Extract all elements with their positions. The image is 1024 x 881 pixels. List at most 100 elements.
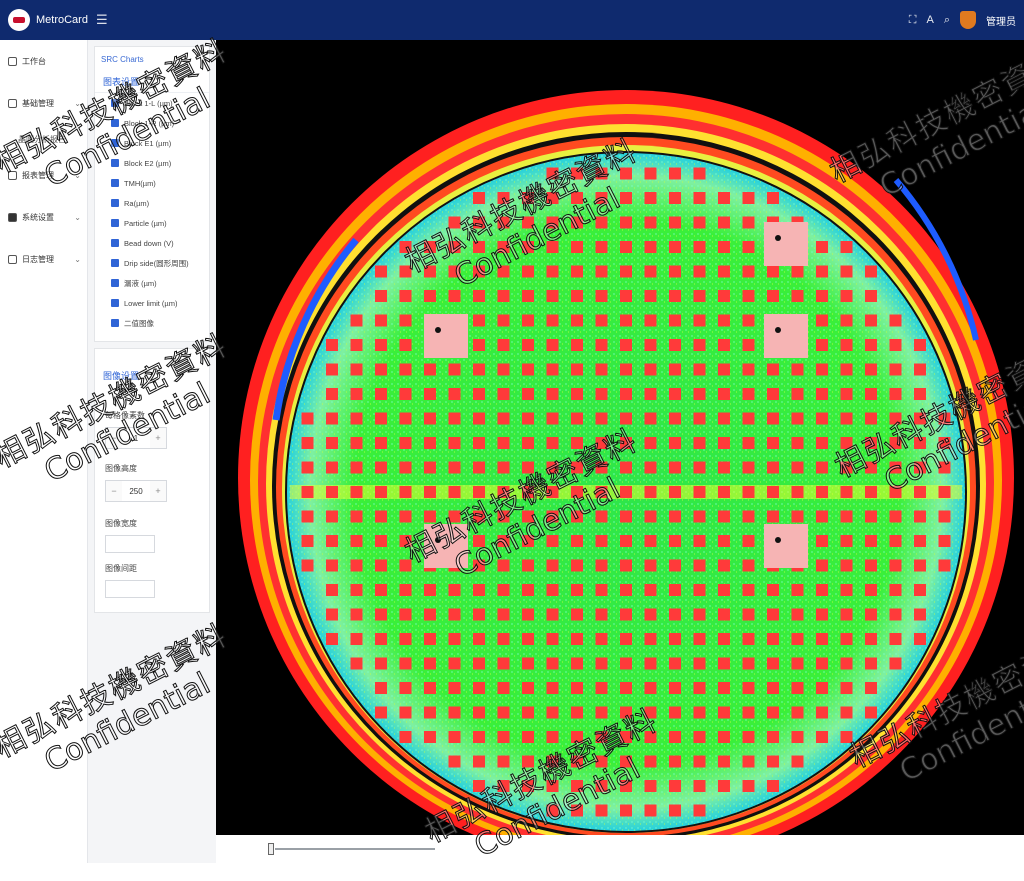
decrement-button[interactable]: − (106, 428, 122, 448)
die-marker (840, 241, 853, 253)
checkbox[interactable] (111, 199, 119, 207)
tab-src-charts[interactable]: SRC Charts (95, 47, 209, 71)
die-marker (497, 780, 510, 792)
checkbox-row[interactable]: Particle (µm) (95, 213, 209, 233)
die-marker (522, 412, 534, 425)
image-spacing-input[interactable] (105, 580, 155, 598)
die-marker (914, 412, 926, 425)
checkbox[interactable] (111, 139, 119, 147)
die-marker (742, 290, 755, 302)
field-label: 图像间距 (105, 564, 137, 573)
die-marker (448, 486, 461, 498)
die-marker (669, 388, 681, 400)
nav-item-workbench[interactable]: 工作台 (0, 40, 87, 82)
die-marker (742, 755, 755, 768)
die-marker (522, 633, 534, 645)
die-marker (546, 192, 559, 204)
die-marker (473, 461, 485, 474)
die-marker (448, 461, 461, 474)
scroll-track-line (275, 848, 435, 850)
decrement-button[interactable]: − (106, 481, 122, 501)
user-avatar[interactable] (960, 11, 976, 29)
checkbox[interactable] (111, 319, 119, 327)
die-marker (840, 559, 853, 572)
die-marker (742, 216, 755, 229)
die-marker (938, 437, 951, 449)
die-marker (497, 510, 510, 523)
image-width-input[interactable] (105, 535, 155, 553)
die-marker (473, 682, 485, 694)
checkbox-row[interactable]: Block E2 (µm) (95, 153, 209, 173)
die-marker (644, 192, 657, 204)
die-marker (644, 412, 657, 425)
checkbox[interactable] (111, 99, 119, 107)
checkbox[interactable] (111, 159, 119, 167)
checkbox-row[interactable]: Lower limit (µm) (95, 293, 209, 313)
nav-item-wafer-report[interactable]: 晶圆分析报告 (0, 124, 87, 154)
die-marker (644, 216, 657, 229)
die-marker (448, 437, 461, 449)
nav-item-basic[interactable]: 基础管理 ⌄ (0, 82, 87, 124)
die-marker (448, 633, 461, 645)
die-marker (865, 486, 877, 498)
die-marker (718, 216, 730, 229)
die-marker (326, 584, 338, 596)
die-marker (546, 706, 559, 719)
nav-item-reports[interactable]: 报表管理 ⌄ (0, 154, 87, 196)
die-marker (644, 608, 657, 621)
die-marker (718, 314, 730, 327)
nav-item-settings[interactable]: 系统设置 ⌄ (0, 196, 87, 238)
die-marker (816, 363, 828, 376)
checkbox[interactable] (111, 179, 119, 187)
die-marker (424, 388, 436, 400)
die-marker (473, 486, 485, 498)
die-marker (399, 363, 412, 376)
die-marker (767, 388, 779, 400)
nav-item-logs[interactable]: 日志管理 ⌄ (0, 238, 87, 280)
checkbox[interactable] (111, 219, 119, 227)
menu-toggle-icon[interactable]: ☰ (96, 12, 108, 28)
checkbox-row[interactable]: Bead down (V) (95, 233, 209, 253)
die-marker (644, 657, 657, 670)
chart-settings-card: SRC Charts 图表设置 Block 1-L (µm) Block 1-R… (94, 46, 210, 342)
stepper-value[interactable]: 1 (122, 434, 150, 443)
checkbox-row[interactable]: 漏液 (µm) (95, 273, 209, 293)
wafer-map-viewport[interactable] (216, 40, 1024, 835)
test-pad (764, 222, 808, 266)
die-marker (791, 510, 804, 523)
checkbox-row[interactable]: 二值图像 (95, 313, 209, 333)
die-marker (718, 388, 730, 400)
increment-button[interactable]: + (150, 428, 166, 448)
checkbox[interactable] (111, 119, 119, 127)
die-marker (375, 265, 387, 278)
checkbox[interactable] (111, 259, 119, 267)
die-marker (669, 633, 681, 645)
nav-item-label: 晶圆分析报告 (18, 134, 66, 144)
checkbox[interactable] (111, 239, 119, 247)
checkbox-row[interactable]: TMH(µm) (95, 173, 209, 193)
checkbox-row[interactable]: Block 1-R (µm) (95, 113, 209, 133)
die-marker (350, 584, 363, 596)
image-height-stepper[interactable]: − 250 + (105, 480, 167, 502)
search-icon[interactable]: ⌕ (944, 14, 950, 27)
checkbox-row[interactable]: Block E1 (µm) (95, 133, 209, 153)
die-marker (865, 290, 877, 302)
die-marker (718, 510, 730, 523)
die-marker (497, 584, 510, 596)
pixels-per-cell-stepper[interactable]: − 1 + (105, 427, 167, 449)
fullscreen-icon[interactable]: ⛶ (909, 14, 917, 27)
checkbox[interactable] (111, 299, 119, 307)
nav-item-label: 报表管理 (22, 170, 54, 180)
die-marker (473, 339, 485, 351)
field-label: 图像高度 (105, 464, 137, 473)
checkbox-row[interactable]: Block 1-L (µm) (95, 93, 209, 113)
translate-icon[interactable]: A (926, 14, 933, 26)
user-name[interactable]: 管理员 (986, 13, 1016, 28)
die-marker (595, 412, 608, 425)
checkbox-row[interactable]: Drip side(圆形周围) (95, 253, 209, 273)
stepper-value[interactable]: 250 (122, 487, 150, 496)
increment-button[interactable]: + (150, 481, 166, 501)
scroll-handle[interactable] (268, 843, 274, 855)
checkbox-row[interactable]: Ra(µm) (95, 193, 209, 213)
checkbox[interactable] (111, 279, 119, 287)
